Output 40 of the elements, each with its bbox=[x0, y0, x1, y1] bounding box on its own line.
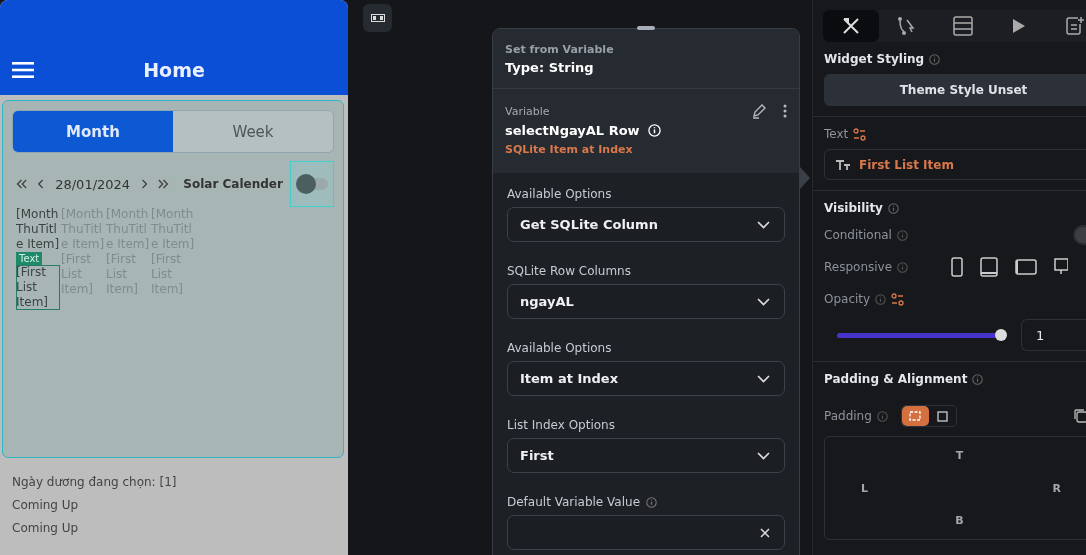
month-title-text: [Month ThuTitle Item] bbox=[16, 207, 60, 252]
selection-tag: Text bbox=[16, 252, 43, 265]
section-title: Visibility bbox=[824, 201, 883, 215]
field-label: SQLite Row Columns bbox=[507, 264, 631, 278]
bottom-padding-label: B bbox=[955, 514, 964, 527]
top-padding-label: T bbox=[955, 449, 964, 462]
info-text: Ngày dương đang chọn: [1] bbox=[12, 475, 178, 489]
options-dropdown[interactable]: First bbox=[507, 438, 785, 473]
field-label: Text bbox=[824, 127, 849, 141]
list-item-text: [First List Item] bbox=[16, 265, 60, 310]
text-value-field[interactable]: First List Item bbox=[824, 149, 1086, 180]
variable-source: SQLite Item at Index bbox=[505, 143, 634, 156]
options-dropdown[interactable]: ngayAL bbox=[507, 284, 785, 319]
right-padding-label: R bbox=[1052, 481, 1061, 495]
section-title: Widget Styling bbox=[824, 52, 925, 66]
field-label: Responsive bbox=[824, 260, 893, 274]
field-label: Conditional bbox=[824, 228, 892, 242]
left-padding-label: L bbox=[861, 481, 868, 495]
solar-label: Solar Calender bbox=[183, 177, 283, 191]
popup-title: Type: String bbox=[505, 60, 595, 75]
field-label: Default Variable Value bbox=[507, 495, 640, 509]
variable-name: selectNgayAL Row bbox=[505, 123, 640, 138]
options-dropdown[interactable]: Item at Index bbox=[507, 361, 785, 396]
options-dropdown[interactable]: Get SQLite Column bbox=[507, 207, 785, 242]
section-title: Padding & Alignment bbox=[824, 372, 968, 386]
page-title: Home bbox=[142, 59, 206, 81]
view-tab[interactable]: Month bbox=[13, 111, 173, 152]
info-text: Coming Up bbox=[12, 521, 80, 535]
field-label: List Index Options bbox=[507, 418, 615, 432]
info-text: Coming Up bbox=[12, 498, 80, 512]
field-label: Available Options bbox=[507, 187, 612, 201]
field-label: Padding bbox=[824, 409, 872, 423]
popup-subtitle: Set from Variable bbox=[505, 43, 615, 56]
view-tab[interactable]: Week bbox=[173, 111, 333, 152]
variable-label: Variable bbox=[505, 104, 551, 118]
field-label: Opacity bbox=[824, 292, 871, 306]
opacity-field[interactable]: 1 bbox=[1021, 319, 1086, 351]
field-label: Available Options bbox=[507, 341, 612, 355]
date-text: 28/01/2024 bbox=[55, 176, 131, 192]
theme-style-button[interactable]: Theme Style Unset bbox=[824, 74, 1086, 106]
